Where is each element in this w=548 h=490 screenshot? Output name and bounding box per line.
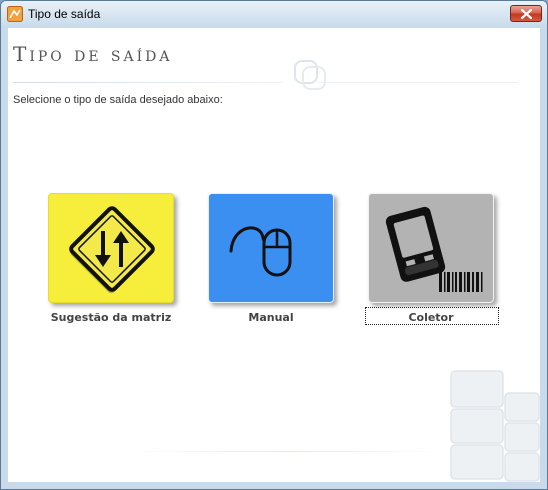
option-tile-manual[interactable]: [208, 193, 334, 303]
rings-decoration-icon: [294, 60, 326, 90]
option-label: Manual: [248, 311, 294, 324]
option-label: Sugestão da matriz: [50, 311, 172, 324]
option-manual[interactable]: Manual: [188, 193, 338, 333]
stacked-boxes-watermark-icon: [450, 370, 540, 482]
handheld-barcode-icon: [385, 206, 483, 292]
close-button[interactable]: [510, 5, 542, 22]
close-icon: [521, 9, 532, 19]
option-coletor[interactable]: Coletor: [348, 193, 499, 333]
subtitle: Selecione o tipo de saída desejado abaix…: [13, 94, 223, 106]
dialog-window: Tipo de saída Tipo de saída Selecione o …: [0, 0, 548, 490]
traffic-sign-arrows-icon: [69, 206, 155, 294]
option-sugestao-da-matriz[interactable]: Sugestão da matriz: [28, 193, 178, 333]
app-icon: [7, 6, 23, 22]
title-divider-right: [318, 82, 518, 83]
option-tile-coletor[interactable]: [368, 193, 494, 303]
title-divider: [13, 82, 283, 83]
mouse-icon: [229, 226, 292, 277]
focus-indicator: [365, 307, 499, 325]
option-tile-matriz[interactable]: [48, 193, 174, 303]
footer-divider: [128, 451, 448, 452]
page-title: Tipo de saída: [13, 42, 173, 66]
content-panel: Tipo de saída Selecione o tipo de saída …: [8, 28, 540, 482]
window-title: Tipo de saída: [28, 7, 101, 21]
title-bar[interactable]: Tipo de saída: [1, 1, 547, 27]
